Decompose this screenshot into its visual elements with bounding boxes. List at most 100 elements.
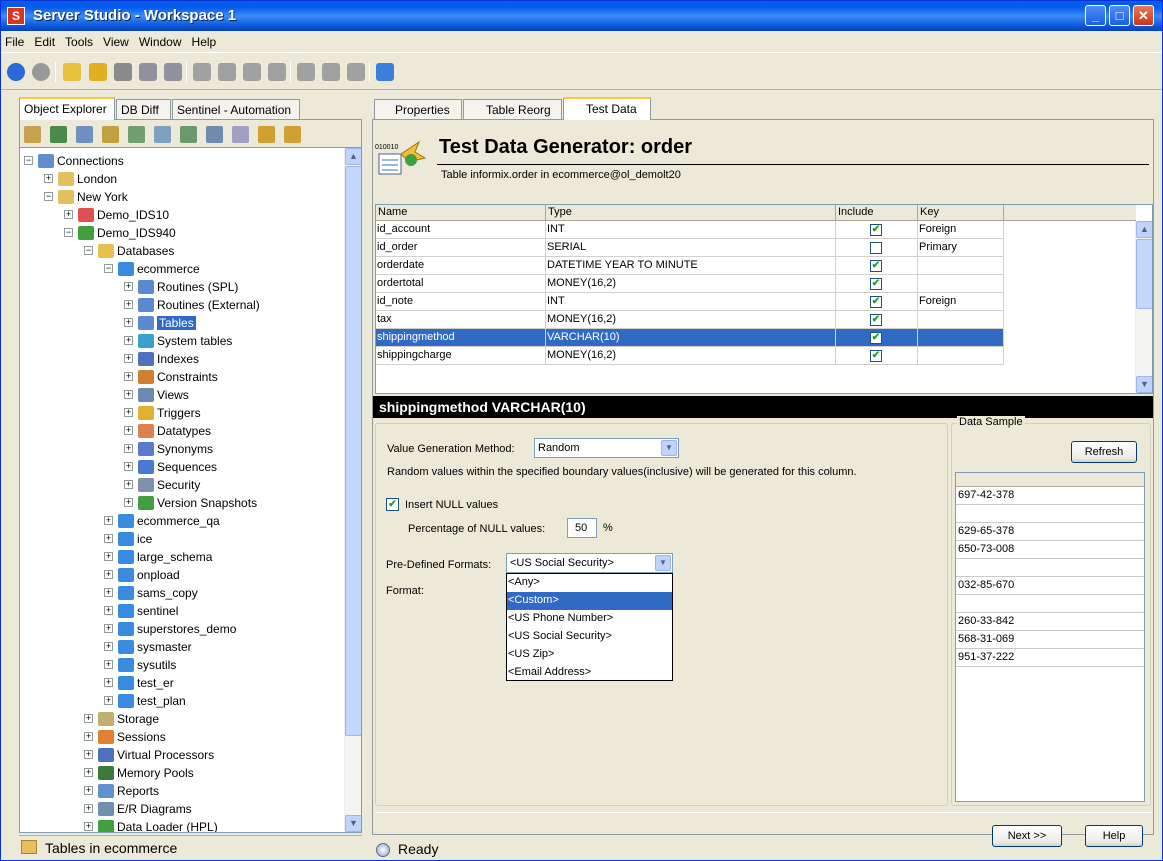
table-row[interactable]: tax MONEY(16,2) ✔ [376,311,1136,329]
tree-scrollbar[interactable]: ▲ ▼ [344,148,361,832]
tree-item[interactable]: + sams_copy [104,583,198,601]
tree-item[interactable]: + Indexes [124,349,199,367]
tree-item[interactable]: + System tables [124,331,232,349]
expander-icon[interactable]: + [124,408,133,418]
sql-icon[interactable] [180,126,197,143]
expander-icon[interactable]: + [124,354,133,364]
col-type[interactable]: Type [546,205,836,221]
scroll-up-icon[interactable]: ▲ [345,148,361,165]
menu-view[interactable]: View [98,31,134,49]
format-option-us-zip[interactable]: <US Zip> [507,646,672,664]
format-option-any[interactable]: <Any> [507,574,672,592]
open-icon[interactable] [63,63,81,81]
tree-item[interactable]: + onpload [104,565,180,583]
tree-item[interactable]: + Synonyms [124,439,213,457]
tree-item[interactable]: + ecommerce_qa [104,511,220,529]
expander-icon[interactable]: + [104,534,113,544]
tree-item[interactable]: + Triggers [124,403,201,421]
expander-icon[interactable]: + [104,624,113,634]
insert-null-checkbox[interactable]: ✔ [386,498,399,511]
tree-item[interactable]: + Version Snapshots [124,493,257,511]
expander-icon[interactable]: − [84,246,93,256]
tree-item[interactable]: + Constraints [124,367,218,385]
expander-icon[interactable]: − [44,192,53,202]
expander-icon[interactable]: − [24,156,33,166]
menu-window[interactable]: Window [134,31,187,49]
tab-test-data[interactable]: Test Data [563,97,651,120]
arrow-icon[interactable] [297,63,315,81]
properties-icon[interactable] [24,126,41,143]
document-icon[interactable] [154,126,171,143]
expander-icon[interactable]: + [64,210,73,220]
table-row[interactable]: ordertotal MONEY(16,2) ✔ [376,275,1136,293]
table-row[interactable]: id_account INT ✔ Foreign [376,221,1136,239]
col-name[interactable]: Name [376,205,546,221]
object-tree[interactable]: − Connections + London − New York + Demo_IDS10−… [19,147,362,833]
tree-item[interactable]: + Storage [84,709,159,727]
tree-item[interactable]: + Security [124,475,200,493]
include-checkbox[interactable]: ✔ [870,296,882,308]
table-row[interactable]: orderdate DATETIME YEAR TO MINUTE ✔ [376,257,1136,275]
scroll-down-icon[interactable]: ▼ [1136,376,1152,393]
import-icon[interactable] [284,126,301,143]
expander-icon[interactable]: + [124,444,133,454]
table-row[interactable]: shippingmethod VARCHAR(10) ✔ [376,329,1136,347]
tree-item[interactable]: − Databases [84,241,174,259]
menu-edit[interactable]: Edit [29,31,60,49]
expander-icon[interactable]: − [104,264,113,274]
tree-item[interactable]: + Datatypes [124,421,211,439]
scroll-thumb[interactable] [1136,239,1152,309]
tree-item[interactable]: + Routines (External) [124,295,260,313]
format-option-us-ssn[interactable]: <US Social Security> [507,628,672,646]
tree-item[interactable]: + Data Loader (HPL) [84,817,218,832]
menu-file[interactable]: File [1,31,29,49]
upload-icon[interactable] [89,63,107,81]
refresh-icon[interactable] [376,63,394,81]
expander-icon[interactable]: + [44,174,53,184]
tree-item[interactable]: + sentinel [104,601,178,619]
tree-item[interactable]: − New York [44,187,128,205]
expander-icon[interactable]: + [124,498,133,508]
include-checkbox[interactable] [870,242,882,254]
predefined-formats-select[interactable]: <US Social Security> ▼ [506,553,673,573]
expander-icon[interactable]: + [124,372,133,382]
tree-item[interactable]: + Tables [124,313,196,331]
tab-sentinel-automation[interactable]: Sentinel - Automation [172,99,300,119]
expander-icon[interactable]: + [124,390,133,400]
tree-item[interactable]: + Routines (SPL) [124,277,238,295]
col-include[interactable]: Include [836,205,918,221]
tree-item[interactable]: + ice [104,529,152,547]
tab-properties[interactable]: Properties [374,99,462,119]
tree-item[interactable]: − Demo_IDS940 [64,223,176,241]
chevron-down-icon[interactable]: ▼ [661,440,677,456]
maximize-button[interactable]: □ [1109,5,1130,26]
tab-object-explorer[interactable]: Object Explorer [19,97,115,120]
minimize-button[interactable]: _ [1085,5,1106,26]
expander-icon[interactable]: + [104,552,113,562]
expander-icon[interactable]: + [84,804,93,814]
include-checkbox[interactable]: ✔ [870,278,882,290]
tree-item[interactable]: + Virtual Processors [84,745,214,763]
format-option-email[interactable]: <Email Address> [507,664,672,682]
edit-icon[interactable] [76,126,93,143]
expander-icon[interactable]: + [104,588,113,598]
tree-item[interactable]: + Memory Pools [84,763,194,781]
col-key[interactable]: Key [918,205,1004,221]
tree-item[interactable]: + Sessions [84,727,166,745]
expander-icon[interactable]: + [84,786,93,796]
tree-item[interactable]: + E/R Diagrams [84,799,192,817]
tree-item[interactable]: − Connections [24,151,124,169]
scroll-down-icon[interactable]: ▼ [345,815,361,832]
include-checkbox[interactable]: ✔ [870,224,882,236]
tree-item[interactable]: + Views [124,385,189,403]
refresh-icon[interactable] [50,126,67,143]
expander-icon[interactable]: + [124,336,133,346]
paste-icon[interactable] [243,63,261,81]
menu-help[interactable]: Help [187,31,222,49]
format-option-custom[interactable]: <Custom> [507,592,672,610]
stop-icon[interactable] [32,63,50,81]
chevron-down-icon[interactable]: ▼ [655,555,671,571]
value-method-select[interactable]: Random ▼ [534,438,679,458]
sql-editor-icon[interactable] [206,126,223,143]
close-button[interactable]: ✕ [1133,5,1154,26]
